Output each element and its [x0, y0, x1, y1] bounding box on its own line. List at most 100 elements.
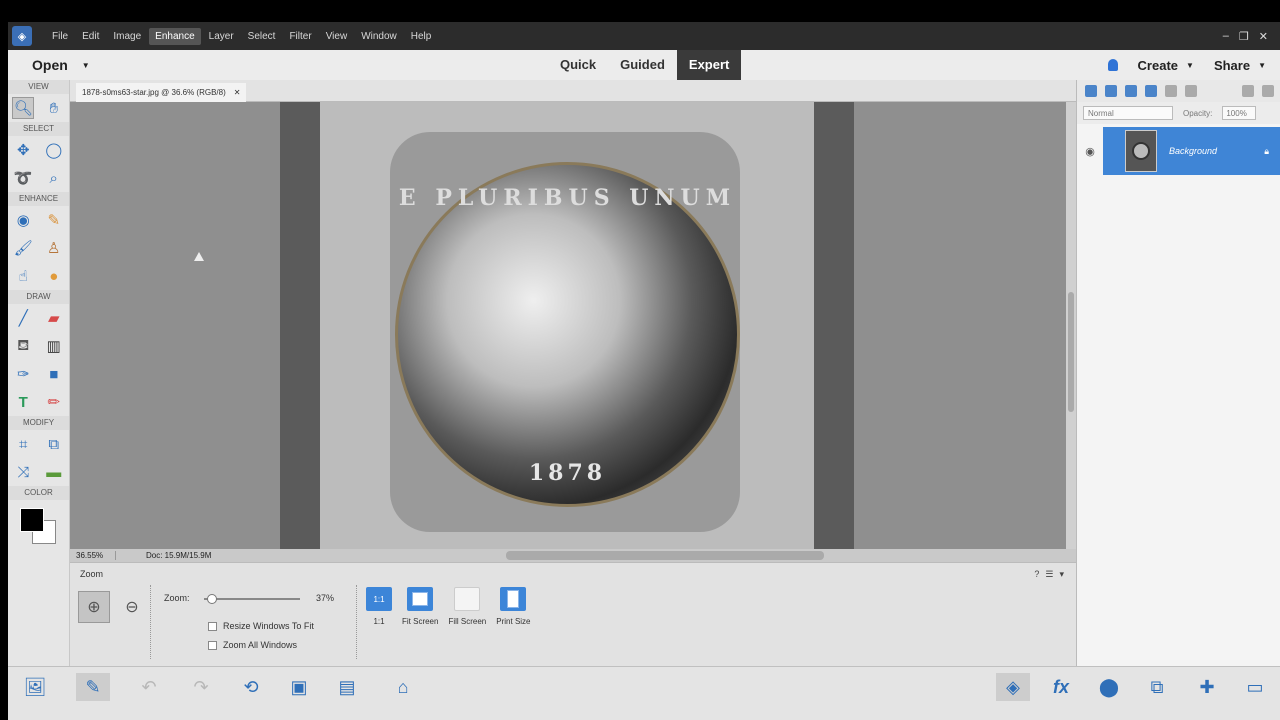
- zoom-value[interactable]: 37%: [316, 593, 334, 603]
- eye-icon[interactable]: ◉: [1077, 145, 1103, 158]
- zoom-percentage[interactable]: 36.55%: [70, 551, 116, 560]
- effects-icon[interactable]: fx: [1044, 673, 1078, 701]
- move-tool-icon[interactable]: ✥: [12, 139, 34, 161]
- layer-mask-icon[interactable]: [1145, 85, 1157, 97]
- opacity-input[interactable]: 100%: [1222, 106, 1257, 120]
- lasso-tool-icon[interactable]: ➰: [12, 167, 34, 189]
- close-tab-icon[interactable]: ✕: [234, 83, 241, 102]
- new-layer-icon[interactable]: [1085, 85, 1097, 97]
- menu-enhance[interactable]: Enhance: [149, 27, 201, 45]
- shape-tool-icon[interactable]: ■: [43, 363, 65, 385]
- zoom-tool-icon[interactable]: 🔍︎: [12, 97, 35, 119]
- crop-tool-icon[interactable]: ⌗: [12, 433, 34, 455]
- actual-pixels-button[interactable]: 1:1 1:1: [366, 587, 392, 626]
- trash-icon[interactable]: [1242, 85, 1254, 97]
- layer-row[interactable]: ◉ Background 🔒︎: [1077, 126, 1280, 176]
- help-icon[interactable]: ?: [1034, 569, 1039, 580]
- tool-options-icon[interactable]: ✎: [76, 673, 110, 701]
- create-button[interactable]: Create ▼: [1138, 58, 1194, 73]
- layout-icon[interactable]: ▣: [282, 673, 316, 701]
- photo-bin-icon[interactable]: 🖼︎: [18, 673, 52, 701]
- share-button[interactable]: Share ▼: [1214, 58, 1266, 73]
- horizontal-scroll-thumb[interactable]: [506, 551, 824, 560]
- layers-panel-icon[interactable]: ◈: [996, 673, 1030, 701]
- zoom-all-windows-option[interactable]: Zoom All Windows: [208, 640, 297, 650]
- color-swatches[interactable]: [8, 500, 69, 550]
- document-tab[interactable]: 1878-s0ms63-star.jpg @ 36.6% (RGB/8) ✕: [76, 83, 247, 102]
- resize-windows-option[interactable]: Resize Windows To Fit: [208, 621, 314, 631]
- gradient-tool-icon[interactable]: ▥: [43, 335, 65, 357]
- zoom-slider[interactable]: [204, 594, 300, 604]
- menu-image[interactable]: Image: [107, 28, 147, 45]
- vertical-scroll-thumb[interactable]: [1068, 292, 1074, 412]
- undo-icon[interactable]: ↶: [132, 673, 166, 701]
- zoom-all-windows-checkbox[interactable]: [208, 640, 217, 650]
- paint-bucket-icon[interactable]: ⛾: [12, 335, 34, 357]
- organizer-icon[interactable]: ▤: [330, 673, 364, 701]
- hand-tool-icon[interactable]: ✋︎: [43, 97, 65, 119]
- app-logo-icon[interactable]: ◈: [12, 26, 32, 46]
- image-canvas[interactable]: E PLURIBUS UNUM 1878: [70, 102, 1066, 549]
- menu-window[interactable]: Window: [355, 28, 403, 45]
- tab-expert[interactable]: Expert: [676, 50, 742, 80]
- pencil-tool-icon[interactable]: ✏︎: [43, 391, 65, 413]
- adjustment-layer-icon[interactable]: [1125, 85, 1137, 97]
- resize-windows-checkbox[interactable]: [208, 621, 217, 631]
- zoom-out-button[interactable]: ⊖: [116, 591, 148, 623]
- menu-edit[interactable]: Edit: [76, 28, 105, 45]
- foreground-color-swatch[interactable]: [20, 508, 44, 532]
- sponge-tool-icon[interactable]: ●: [43, 265, 65, 287]
- close-icon[interactable]: ✕: [1259, 30, 1268, 43]
- brush-tool-icon[interactable]: ╱: [12, 307, 34, 329]
- red-eye-tool-icon[interactable]: ◉: [12, 209, 34, 231]
- vertical-scrollbar[interactable]: [1066, 102, 1076, 549]
- menu-layer[interactable]: Layer: [203, 28, 240, 45]
- open-button[interactable]: Open ▼: [32, 57, 90, 73]
- marquee-tool-icon[interactable]: ◯: [43, 139, 65, 161]
- clone-stamp-icon[interactable]: ♙: [43, 237, 65, 259]
- quick-select-tool-icon[interactable]: ⌕: [43, 167, 65, 189]
- type-tool-icon[interactable]: T: [12, 391, 34, 413]
- graphics-icon[interactable]: ✚: [1190, 673, 1224, 701]
- eyedropper-icon[interactable]: ✑: [12, 363, 34, 385]
- collapse-icon[interactable]: ▾: [1059, 569, 1064, 580]
- notification-bell-icon[interactable]: [1107, 59, 1118, 71]
- content-aware-move-icon[interactable]: ⤨: [12, 461, 34, 483]
- menu-select[interactable]: Select: [242, 28, 282, 45]
- menu-file[interactable]: File: [46, 28, 74, 45]
- straighten-tool-icon[interactable]: ▬: [43, 461, 65, 483]
- print-size-label: Print Size: [496, 617, 531, 626]
- styles-icon[interactable]: ⧉: [1140, 673, 1174, 701]
- layer-background[interactable]: Background 🔒︎: [1103, 127, 1280, 175]
- open-label: Open: [32, 57, 68, 73]
- menu-filter[interactable]: Filter: [283, 28, 317, 45]
- options-menu-icon[interactable]: ☰: [1045, 569, 1053, 580]
- panel-menu-icon[interactable]: [1262, 85, 1274, 97]
- more-icon[interactable]: ▭: [1238, 673, 1272, 701]
- smart-brush-icon[interactable]: 🖌︎: [12, 237, 34, 259]
- lock-transparency-icon[interactable]: [1165, 85, 1177, 97]
- recompose-tool-icon[interactable]: ⧉: [43, 433, 65, 455]
- filters-icon[interactable]: ⬤: [1092, 673, 1126, 701]
- home-screen-icon[interactable]: ⌂: [386, 673, 420, 701]
- lock-all-icon[interactable]: [1185, 85, 1197, 97]
- menu-view[interactable]: View: [320, 28, 354, 45]
- rotate-icon[interactable]: ⟲: [234, 673, 268, 701]
- tab-quick[interactable]: Quick: [548, 50, 608, 80]
- zoom-label: Zoom:: [164, 593, 190, 603]
- fit-screen-button[interactable]: Fit Screen: [402, 587, 438, 626]
- blur-tool-icon[interactable]: ☝︎: [12, 265, 34, 287]
- redo-icon[interactable]: ↷: [184, 673, 218, 701]
- new-group-icon[interactable]: [1105, 85, 1117, 97]
- zoom-slider-thumb[interactable]: [207, 594, 218, 604]
- tab-guided[interactable]: Guided: [608, 50, 677, 80]
- print-size-button[interactable]: Print Size: [496, 587, 531, 626]
- zoom-in-button[interactable]: ⊕: [78, 591, 110, 623]
- blend-mode-select[interactable]: Normal: [1083, 106, 1173, 120]
- restore-icon[interactable]: ❐: [1239, 30, 1249, 43]
- healing-brush-icon[interactable]: ✎: [43, 209, 65, 231]
- fill-screen-button[interactable]: Fill Screen: [448, 587, 486, 626]
- minimize-icon[interactable]: –: [1223, 30, 1229, 43]
- menu-help[interactable]: Help: [405, 28, 438, 45]
- eraser-tool-icon[interactable]: ▰: [43, 307, 65, 329]
